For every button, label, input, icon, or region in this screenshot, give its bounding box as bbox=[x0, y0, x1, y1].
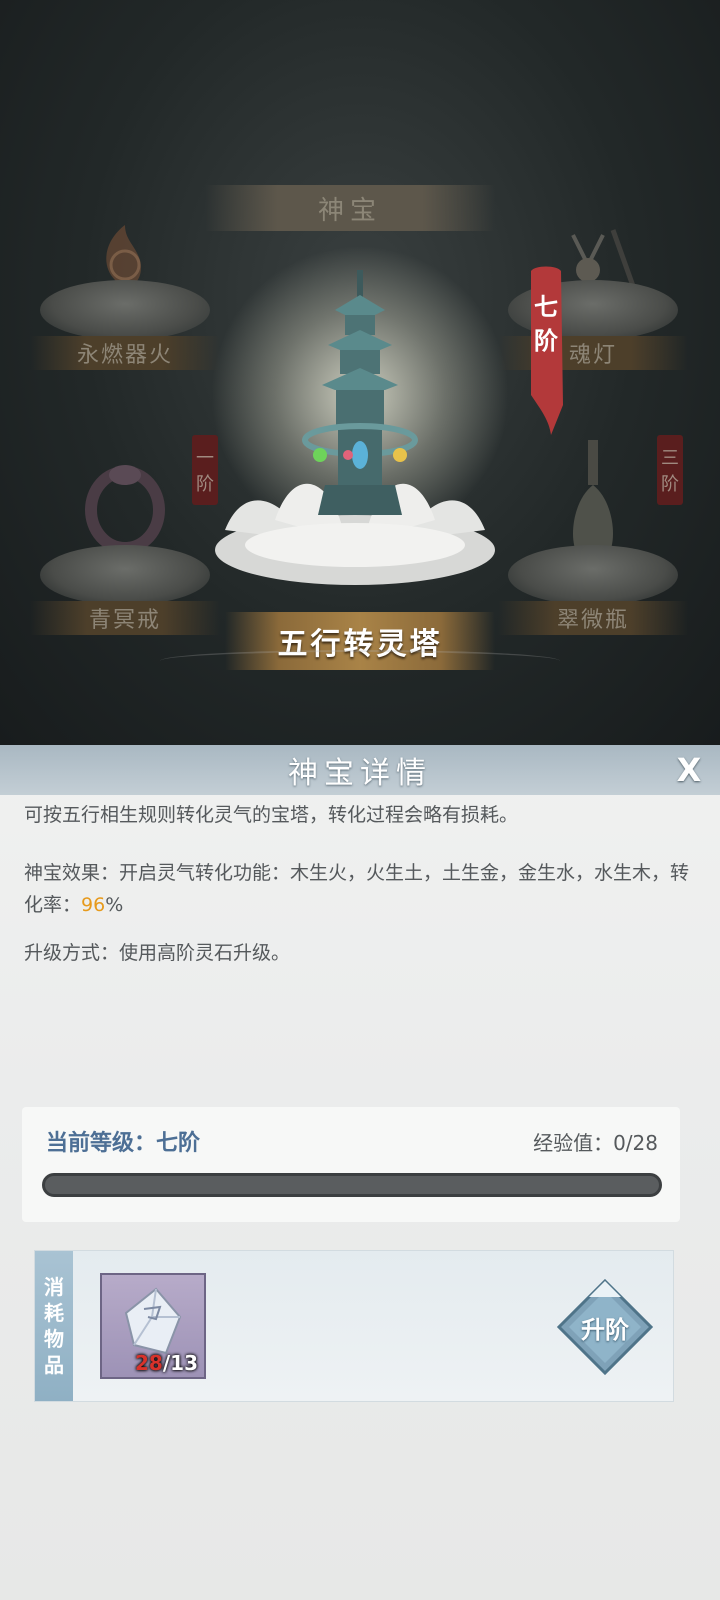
panel-title: 神宝详情 bbox=[288, 756, 432, 791]
effect-text: 神宝效果：开启灵气转化功能：木生火，火生土，土生金，金生水，水生木，转化率： bbox=[24, 862, 690, 916]
upgrade-method: 升级方式：使用高阶灵石升级。 bbox=[24, 942, 291, 964]
spirit-stone-icon bbox=[124, 1287, 182, 1355]
tier-char-2: 阶 bbox=[534, 327, 558, 355]
treasure-name: 永燃器火 bbox=[30, 336, 220, 370]
item-count: 28/13 bbox=[135, 1351, 198, 1375]
upgrade-button[interactable]: 升阶 bbox=[556, 1278, 654, 1376]
consume-tag: 消 耗 物 品 bbox=[35, 1251, 73, 1401]
consume-tag-char: 消 bbox=[44, 1275, 64, 1299]
tier-char-1: 七 bbox=[534, 293, 558, 321]
upgrade-label: 升阶 bbox=[581, 1315, 629, 1344]
ring-icon bbox=[85, 465, 165, 554]
detail-panel: 神宝详情 X 可按五行相生规则转化灵气的宝塔，转化过程会略有损耗。 神宝效果：开… bbox=[0, 745, 720, 1600]
item-owned: 28 bbox=[135, 1351, 163, 1375]
treasure-description: 可按五行相生规则转化灵气的宝塔，转化过程会略有损耗。 bbox=[24, 804, 519, 826]
spirit-stone-item[interactable]: 28/13 bbox=[100, 1273, 206, 1379]
tab-banner: 神宝 bbox=[205, 185, 495, 231]
tab-title: 神宝 bbox=[317, 195, 382, 226]
exp-value: 经验值：0/28 bbox=[533, 1131, 658, 1155]
panel-header: 神宝详情 X bbox=[0, 745, 720, 795]
pagoda-icon bbox=[302, 270, 418, 515]
consume-tag-char: 物 bbox=[44, 1327, 64, 1351]
treasure-showcase: 神宝 永燃器火 魂灯 青冥戒 一阶 翠微瓶 三 阶 七 阶 五行转灵塔 bbox=[0, 0, 720, 745]
lotus-base bbox=[508, 545, 678, 605]
lotus-base bbox=[40, 545, 210, 605]
treasure-name: 翠微瓶 bbox=[498, 601, 688, 635]
treasure-effect: 神宝效果：开启灵气转化功能：木生火，火生土，土生金，金生水，水生木，转化率：96… bbox=[24, 857, 704, 921]
consume-tag-char: 品 bbox=[44, 1353, 64, 1377]
current-level: 当前等级：七阶 bbox=[46, 1131, 201, 1156]
vase-icon bbox=[573, 440, 613, 555]
treasure-slot-fire[interactable]: 永燃器火 bbox=[30, 200, 220, 370]
tier-tag: 三阶 bbox=[657, 435, 683, 505]
level-box: 当前等级：七阶 经验值：0/28 bbox=[22, 1107, 680, 1222]
lotus-base bbox=[40, 280, 210, 340]
mist-decoration bbox=[160, 650, 560, 672]
consume-section: 消 耗 物 品 28/13 升阶 bbox=[34, 1250, 674, 1402]
effect-percent: % bbox=[105, 894, 124, 916]
selected-tier-text: 七 阶 bbox=[527, 265, 565, 435]
item-required: /13 bbox=[162, 1351, 198, 1375]
close-button[interactable]: X bbox=[672, 751, 706, 789]
effect-rate: 96 bbox=[81, 894, 106, 916]
treasure-name: 青冥戒 bbox=[30, 601, 220, 635]
consume-tag-char: 耗 bbox=[44, 1301, 64, 1325]
exp-progress-bar bbox=[42, 1173, 662, 1197]
